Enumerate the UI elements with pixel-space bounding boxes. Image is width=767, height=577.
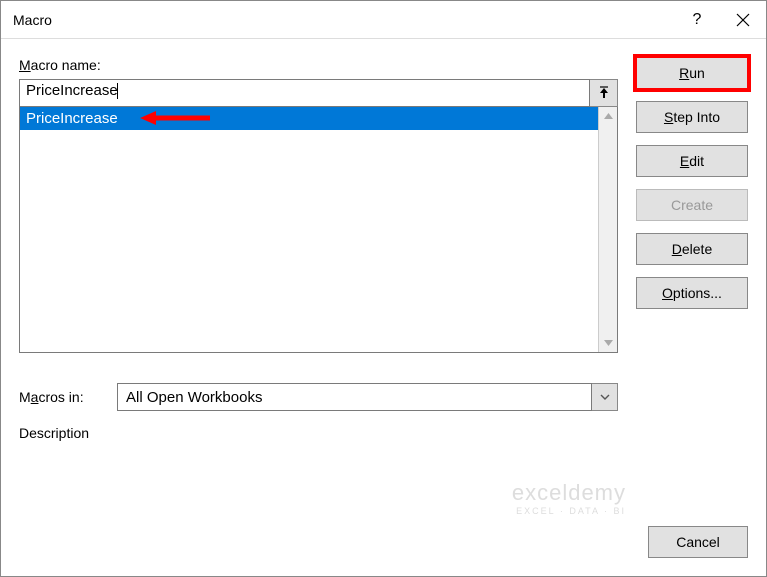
cancel-label: Cancel xyxy=(676,534,720,550)
macro-name-row: PriceIncrease xyxy=(19,79,618,107)
close-icon xyxy=(736,13,750,27)
description-label: Description xyxy=(19,425,618,441)
step-into-button[interactable]: Step Into xyxy=(636,101,748,133)
macros-in-value: All Open Workbooks xyxy=(126,389,262,406)
run-button[interactable]: Run xyxy=(636,57,748,89)
text-caret xyxy=(117,83,118,99)
macros-in-select-wrap: All Open Workbooks xyxy=(117,383,618,411)
macro-list-scrollbar[interactable] xyxy=(598,107,617,352)
highlight-arrow-annotation xyxy=(140,109,210,127)
scroll-down-icon[interactable] xyxy=(599,334,617,352)
scroll-up-icon[interactable] xyxy=(599,107,617,125)
macros-in-dropdown-button[interactable] xyxy=(592,383,618,411)
macros-in-row: Macros in: All Open Workbooks xyxy=(19,383,618,411)
close-button[interactable] xyxy=(720,1,766,39)
up-arrow-icon xyxy=(597,86,611,100)
macro-list-wrap: PriceIncrease xyxy=(19,107,618,353)
help-button[interactable]: ? xyxy=(674,1,720,39)
macro-name-label: Macro name: xyxy=(19,57,618,73)
button-column: Run Step Into Edit Create Delete Options… xyxy=(636,57,748,447)
macro-name-value: PriceIncrease xyxy=(26,82,118,99)
macro-name-up-button[interactable] xyxy=(590,79,618,107)
create-button: Create xyxy=(636,189,748,221)
list-item[interactable]: PriceIncrease xyxy=(20,107,598,130)
titlebar: Macro ? xyxy=(1,1,766,39)
watermark-title: exceldemy xyxy=(512,480,626,506)
macros-in-label: Macros in: xyxy=(19,389,107,405)
edit-button[interactable]: Edit xyxy=(636,145,748,177)
dialog-title: Macro xyxy=(13,12,674,28)
watermark: exceldemy EXCEL · DATA · BI xyxy=(512,480,626,516)
macro-name-input[interactable]: PriceIncrease xyxy=(19,79,590,107)
delete-button[interactable]: Delete xyxy=(636,233,748,265)
help-icon: ? xyxy=(693,11,702,29)
chevron-down-icon xyxy=(600,394,610,400)
watermark-sub: EXCEL · DATA · BI xyxy=(512,506,626,516)
options-button[interactable]: Options... xyxy=(636,277,748,309)
left-column: Macro name: PriceIncrease PriceIncrease xyxy=(19,57,618,447)
macro-list[interactable]: PriceIncrease xyxy=(20,107,598,352)
bottom-row: Cancel xyxy=(648,526,748,558)
cancel-button[interactable]: Cancel xyxy=(648,526,748,558)
macros-in-select[interactable]: All Open Workbooks xyxy=(117,383,592,411)
list-item-label: PriceIncrease xyxy=(26,110,118,127)
dialog-content: Macro name: PriceIncrease PriceIncrease xyxy=(1,39,766,457)
